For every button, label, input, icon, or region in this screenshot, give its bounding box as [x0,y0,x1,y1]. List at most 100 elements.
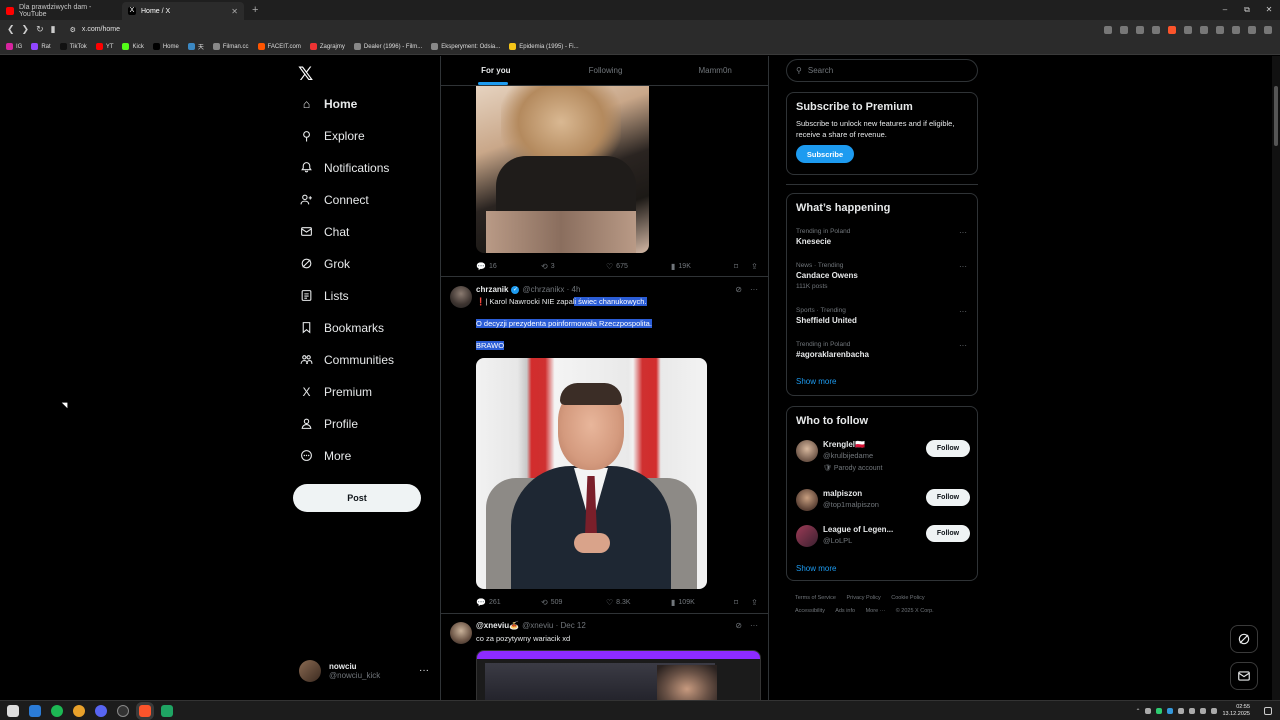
bookmark-item[interactable]: Kick [122,43,144,50]
bookmark-item[interactable]: IG [6,43,22,50]
footer-link[interactable]: Privacy Policy [847,595,881,601]
sidebar-item-more[interactable]: More [299,448,351,463]
bookmark-item[interactable]: Epidemia (1995) - Fi... [509,43,579,50]
bookmark-button[interactable]: ⌑ [734,262,738,271]
more-dots-icon[interactable]: ··· [959,228,967,237]
follow-suggestion[interactable]: malpiszon @top1malpiszon Follow [796,489,970,521]
reply-button[interactable]: 💬 261 [476,598,501,607]
sidebar-item-premium[interactable]: X Premium [299,384,372,399]
obs-icon[interactable] [117,704,129,717]
views-button[interactable]: ▮ 109K [671,598,695,607]
tab-youtube[interactable]: Dla prawdziwych dam - YouTube [0,2,122,20]
menu-icon[interactable] [1264,25,1272,34]
page-scrollbar[interactable] [1272,56,1280,700]
tray-icon[interactable] [1156,708,1163,714]
repost-button[interactable]: ⟲ 3 [541,262,555,271]
new-tab-button[interactable]: + [252,4,258,16]
author-name[interactable]: chrzanik [476,285,508,294]
bookmark-item[interactable]: Eksperyment: Odsia... [431,43,500,50]
sidebar-item-bookmarks[interactable]: Bookmarks [299,320,384,335]
scrollbar-thumb[interactable] [1274,86,1278,146]
bookmark-item[interactable]: Dealer (1996) - Film... [353,43,422,50]
tray-icon[interactable] [1145,708,1152,714]
bookmark-item[interactable]: YT [95,43,113,50]
bookmark-item[interactable]: Home [152,43,179,50]
brave-shields-icon[interactable] [1168,25,1176,34]
bookmark-item[interactable]: Zagrajmy [309,43,345,50]
trend-item[interactable]: Trending in Poland #agoraklarenbacha [796,341,869,359]
reply-button[interactable]: 💬 16 [476,262,497,271]
forward-icon[interactable]: ❯ [22,24,30,35]
more-dots-icon[interactable]: ··· [419,665,429,676]
bookmark-page-icon[interactable]: ▮ [51,24,56,35]
url-field[interactable]: ⚙ x.com/home [70,26,120,34]
reload-icon[interactable]: ↻ [36,24,44,35]
bookmark-item[interactable]: FACEIT.com [257,43,301,50]
follow-button[interactable]: Follow [926,440,970,457]
footer-link[interactable]: Cookie Policy [891,595,924,601]
footer-link[interactable]: Accessibility [795,608,825,614]
follow-suggestion[interactable]: League of Legen... @LoLPL Follow [796,525,970,557]
maximize-button[interactable]: ⧉ [1236,0,1258,20]
translate-icon[interactable] [1120,25,1128,34]
playlist-icon[interactable] [1248,25,1256,34]
follow-button[interactable]: Follow [926,489,970,506]
share-button[interactable]: ⇪ [751,262,758,271]
subscribe-button[interactable]: Subscribe [796,145,854,163]
notification-center-icon[interactable] [1264,707,1272,715]
search-input[interactable] [807,66,958,75]
bookmark-item[interactable]: TikTok [59,43,87,50]
x-logo-icon[interactable]: 𝕏 [298,63,313,86]
more-dots-icon[interactable]: ··· [750,621,758,630]
tray-icon[interactable] [1167,708,1174,714]
tab-mamm0n[interactable]: Mamm0n [660,56,768,85]
share-button[interactable]: ⇪ [751,598,758,607]
footer-link[interactable]: More ··· [866,608,886,614]
extensions-puzzle-icon[interactable] [1200,25,1208,34]
tab-x-home[interactable]: X Home / X ✕ [122,2,244,20]
show-more-link[interactable]: Show more [796,564,836,573]
avatar[interactable] [450,286,472,308]
sidebar-item-grok[interactable]: Grok [299,256,350,271]
sidebar-item-notifications[interactable]: Notifications [299,160,389,175]
download-icon[interactable] [1216,25,1224,34]
sidebar-item-lists[interactable]: Lists [299,288,349,303]
grok-float-button[interactable] [1230,625,1258,653]
grok-icon[interactable]: ⊘ [735,285,742,294]
app-icon[interactable] [161,704,173,717]
tweet-image[interactable] [476,86,649,253]
more-dots-icon[interactable]: ··· [959,262,967,271]
sidebar-item-connect[interactable]: Connect [299,192,369,207]
close-tab-icon[interactable]: ✕ [231,7,238,16]
chevron-up-icon[interactable]: ⌃ [1135,708,1140,715]
minimize-button[interactable]: – [1214,0,1236,20]
trend-item[interactable]: Sports · Trending Sheffield United [796,307,857,325]
tweet-image[interactable] [476,358,707,589]
close-window-button[interactable]: ✕ [1258,0,1280,20]
sidebar-item-explore[interactable]: ⚲ Explore [299,128,365,143]
search-box[interactable]: ⚲ [786,59,978,82]
sidebar-item-home[interactable]: ⌂ Home [299,96,357,111]
follow-button[interactable]: Follow [926,525,970,542]
sidebar-item-profile[interactable]: Profile [299,416,358,431]
tweet-image[interactable] [476,650,761,700]
windows-start-icon[interactable] [7,704,19,717]
share-icon[interactable] [1152,25,1160,34]
post-button[interactable]: Post [293,484,421,512]
wallet-icon[interactable] [1232,25,1240,34]
author-name[interactable]: @xneviu🍝 [476,621,519,630]
trend-item[interactable]: Trending in Poland Knesecie [796,228,850,246]
back-icon[interactable]: ❮ [7,24,15,35]
footer-link[interactable]: Ads info [835,608,855,614]
file-explorer-icon[interactable] [29,704,41,717]
more-dots-icon[interactable]: ··· [750,285,758,294]
account-switcher[interactable]: nowciu @nowciu_kick ··· [299,660,429,682]
bookmark-item[interactable]: Filman.cc [212,43,249,50]
sidebar-item-communities[interactable]: Communities [299,352,394,367]
volume-icon[interactable] [1211,708,1218,714]
tray-icon[interactable] [1189,708,1196,714]
extension-icon[interactable] [1184,25,1192,34]
like-button[interactable]: ♡ 8.3K [606,598,631,607]
bookmark-item[interactable]: Rat [31,43,51,50]
repost-button[interactable]: ⟲ 509 [541,598,562,607]
